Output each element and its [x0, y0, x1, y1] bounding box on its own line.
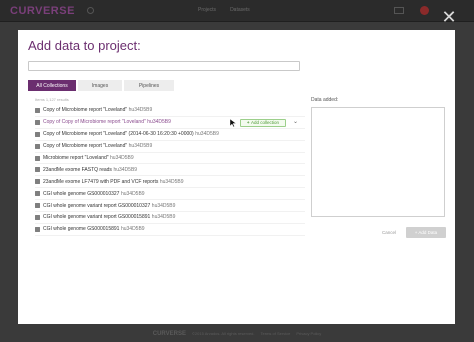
item-owner: hu34D5B9 — [147, 119, 171, 126]
list-item[interactable]: Copy of Microbiome report "Loveland" (20… — [35, 129, 305, 141]
item-name: 23andMe exome LF7479 with PDF and VCF re… — [43, 178, 159, 185]
item-name: Copy of Microbiome report "Loveland" — [43, 107, 128, 114]
item-owner: hu34D5B9 — [113, 166, 138, 173]
list-item[interactable]: Microbiome report "Loveland" hu34D5B9 — [35, 153, 305, 165]
tab-images[interactable]: Images — [78, 80, 122, 91]
folder-icon — [35, 179, 40, 185]
item-name: CGI whole genome GS000015891 — [43, 226, 120, 233]
nav-datasets[interactable]: Datasets — [230, 7, 250, 13]
add-data-button[interactable]: + Add Data — [406, 227, 446, 238]
folder-icon — [35, 167, 40, 173]
folder-icon — [35, 191, 40, 197]
list-item[interactable]: Copy of Copy of Microbiome report "Lovel… — [35, 117, 305, 129]
item-owner: hu34D5B9 — [128, 107, 153, 114]
tab-pipelines[interactable]: Pipelines — [124, 80, 174, 91]
footer-privacy-link[interactable]: Privacy Policy — [296, 331, 321, 336]
list-item[interactable]: CGI whole genome variant report GS000010… — [35, 200, 305, 213]
avatar[interactable] — [420, 6, 429, 15]
nav-projects[interactable]: Projects — [198, 7, 216, 13]
folder-icon — [35, 107, 40, 113]
modal-title: Add data to project: — [28, 38, 141, 53]
mail-icon[interactable] — [394, 7, 404, 14]
item-name: Copy of Microbiome report "Loveland" — [43, 143, 128, 150]
plus-icon: + — [246, 120, 250, 126]
folder-icon — [35, 155, 40, 161]
page-footer: CURVERSE ©2015 Arvados. All rights reser… — [0, 325, 474, 342]
app-header: CURVERSE Projects Datasets — [0, 0, 474, 22]
tab-bar: All Collections Images Pipelines — [28, 80, 174, 91]
item-owner: hu34D5B9 — [128, 143, 153, 150]
item-name: Microbiome report "Loveland" — [43, 155, 109, 161]
close-modal-icon[interactable]: ✕ — [440, 8, 458, 26]
list-item[interactable]: Copy of Microbiome report "Loveland" hu3… — [35, 141, 305, 153]
list-item[interactable]: 23andMe exome FASTQ reads hu34D5B9 — [35, 164, 305, 177]
item-owner: hu34D5B9 — [151, 214, 176, 221]
item-owner: hu34D5B9 — [110, 155, 134, 161]
item-name: CGI whole genome variant report GS000015… — [43, 214, 151, 221]
item-owner: hu34D5B9 — [159, 178, 184, 185]
tab-all-collections[interactable]: All Collections — [28, 80, 76, 91]
item-owner: hu34D5B9 — [195, 131, 219, 138]
footer-terms-link[interactable]: Terms of Service — [261, 331, 291, 336]
add-collection-button[interactable]: + Add collection — [240, 118, 286, 127]
folder-icon — [35, 131, 40, 137]
footer-logo: CURVERSE — [152, 330, 186, 337]
folder-icon — [35, 119, 40, 125]
top-nav: Projects Datasets — [198, 7, 250, 13]
list-item[interactable]: 23andMe exome LF7479 with PDF and VCF re… — [35, 176, 305, 189]
item-owner: hu34D5B9 — [151, 202, 176, 209]
list-item[interactable]: CGI whole genome GS000010327 hu34D5B9 — [35, 188, 305, 201]
data-added-label: Data added: — [311, 97, 339, 103]
add-collection-label: Add collection — [251, 120, 280, 126]
item-owner: hu34D5B9 — [120, 190, 145, 197]
item-name: CGI whole genome GS000010327 — [43, 190, 120, 197]
footer-copyright: ©2015 Arvados. All rights reserved. — [191, 331, 255, 336]
item-name: Copy of Microbiome report "Loveland" (20… — [43, 131, 194, 138]
search-input[interactable] — [29, 70, 299, 78]
search-field[interactable] — [28, 61, 300, 78]
item-name: 23andMe exome FASTQ reads — [43, 166, 112, 173]
collection-list: Copy of Microbiome report "Loveland" hu3… — [35, 105, 305, 236]
cancel-button[interactable]: Cancel — [382, 230, 396, 235]
list-item[interactable]: CGI whole genome GS000015891 hu34D5B9 — [35, 224, 305, 236]
app-logo: CURVERSE — [10, 4, 75, 17]
item-name: Copy of Copy of Microbiome report "Lovel… — [43, 119, 146, 126]
folder-icon — [35, 143, 40, 149]
item-name: CGI whole genome variant report GS000010… — [43, 202, 151, 209]
list-item[interactable]: CGI whole genome variant report GS000015… — [35, 212, 305, 224]
add-data-modal: Add data to project: All Collections Ima… — [18, 30, 455, 324]
chevron-down-icon[interactable]: ⌄ — [293, 118, 298, 125]
list-item[interactable]: Copy of Microbiome report "Loveland" hu3… — [35, 105, 305, 117]
folder-icon — [35, 214, 40, 220]
search-icon[interactable] — [86, 7, 94, 14]
data-added-box — [311, 107, 445, 217]
mouse-pointer-icon — [230, 118, 236, 127]
folder-icon — [35, 203, 40, 209]
folder-icon — [35, 226, 40, 232]
item-owner: hu34D5B9 — [120, 226, 145, 233]
results-count: Items 1,127 results — [35, 97, 69, 102]
